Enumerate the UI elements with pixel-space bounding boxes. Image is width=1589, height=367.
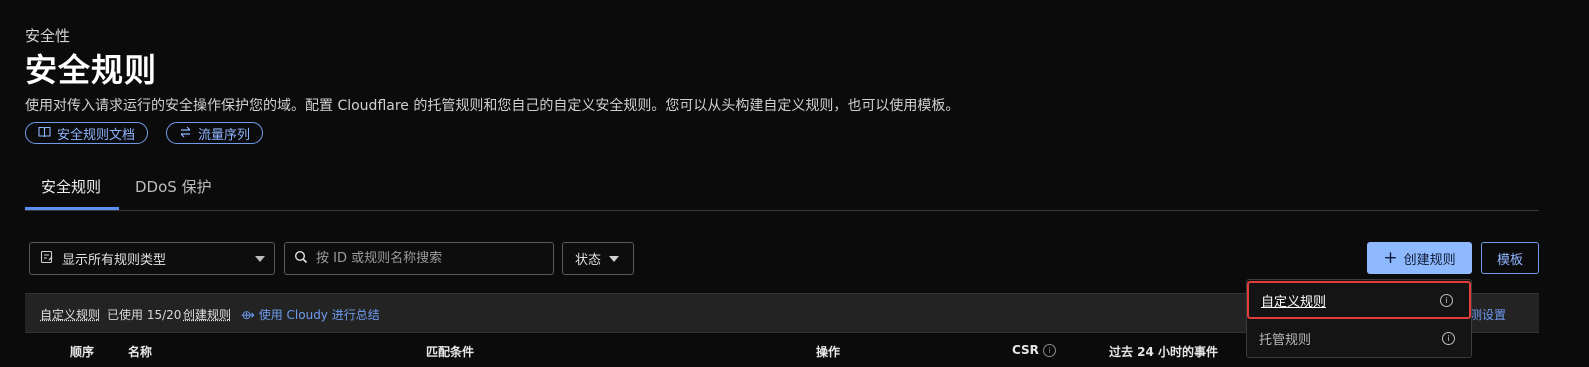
rule-search-field[interactable] <box>284 242 554 275</box>
column-header-csr: CSR i <box>1012 343 1056 357</box>
column-header-events: 过去 24 小时的事件 <box>1109 345 1219 359</box>
info-icon[interactable]: i <box>1440 293 1453 307</box>
chevron-down-icon <box>255 256 265 262</box>
tab-bar: 安全规则 DDoS 保护 <box>25 162 1539 211</box>
rule-search-input[interactable] <box>314 250 538 267</box>
sparkle-icon: ⟴ <box>241 308 255 322</box>
caret-down-icon <box>609 255 620 262</box>
docs-pill-label: 安全规则文档 <box>57 127 136 143</box>
filter-list-icon <box>40 250 54 268</box>
dropdown-item-managed-rule-label: 托管规则 <box>1259 332 1312 348</box>
column-header-match: 匹配条件 <box>426 345 475 359</box>
status-filter-label: 状态 <box>575 253 602 268</box>
templates-button[interactable]: 模板 <box>1481 242 1539 274</box>
dropdown-item-custom-rule[interactable]: 自定义规则 i <box>1247 281 1471 319</box>
page-eyebrow: 安全性 <box>25 27 71 45</box>
column-header-order: 顺序 <box>70 345 95 359</box>
info-icon[interactable]: i <box>1042 344 1056 357</box>
dropdown-item-managed-rule[interactable]: 托管规则 i <box>1247 319 1471 357</box>
cloudy-summary-link[interactable]: ⟴ 使用 Cloudy 进行总结 <box>241 306 380 323</box>
docs-pill-button[interactable]: 安全规则文档 <box>25 122 149 144</box>
page-description: 使用对传入请求运行的安全操作保护您的域。配置 Cloudflare 的托管规则和… <box>25 98 960 114</box>
create-rule-link[interactable]: 创建规则 <box>183 306 231 323</box>
dropdown-item-custom-rule-label: 自定义规则 <box>1261 294 1327 310</box>
create-rule-dropdown-menu: 自定义规则 i 托管规则 i <box>1246 279 1472 358</box>
search-icon <box>294 249 308 268</box>
status-filter-button[interactable]: 状态 <box>562 242 634 275</box>
tab-ddos-protection[interactable]: DDoS 保护 <box>135 176 212 197</box>
create-rule-label: 创建规则 <box>1403 252 1456 268</box>
traffic-sequence-pill-button[interactable]: 流量序列 <box>166 122 264 144</box>
book-icon <box>38 126 51 141</box>
info-icon[interactable]: i <box>1442 331 1455 345</box>
swap-arrows-icon <box>179 126 192 141</box>
column-header-name: 名称 <box>128 345 153 359</box>
traffic-sequence-pill-label: 流量序列 <box>198 127 251 143</box>
column-header-action: 操作 <box>816 345 841 359</box>
column-header-csr-label: CSR <box>1012 343 1039 357</box>
plus-icon: + <box>1383 247 1398 268</box>
page-title: 安全规则 <box>25 51 158 89</box>
active-tab-indicator <box>25 207 119 210</box>
create-rule-button[interactable]: + 创建规则 <box>1367 242 1472 274</box>
custom-rules-heading[interactable]: 自定义规则 <box>40 306 100 323</box>
cloudy-summary-label: 使用 Cloudy 进行总结 <box>258 308 380 322</box>
rules-usage-count: 已使用 15/20 <box>107 308 182 322</box>
rule-type-select-value: 显示所有规则类型 <box>62 253 167 268</box>
rule-type-select[interactable]: 显示所有规则类型 <box>29 242 275 275</box>
tab-security-rules[interactable]: 安全规则 <box>41 176 101 197</box>
